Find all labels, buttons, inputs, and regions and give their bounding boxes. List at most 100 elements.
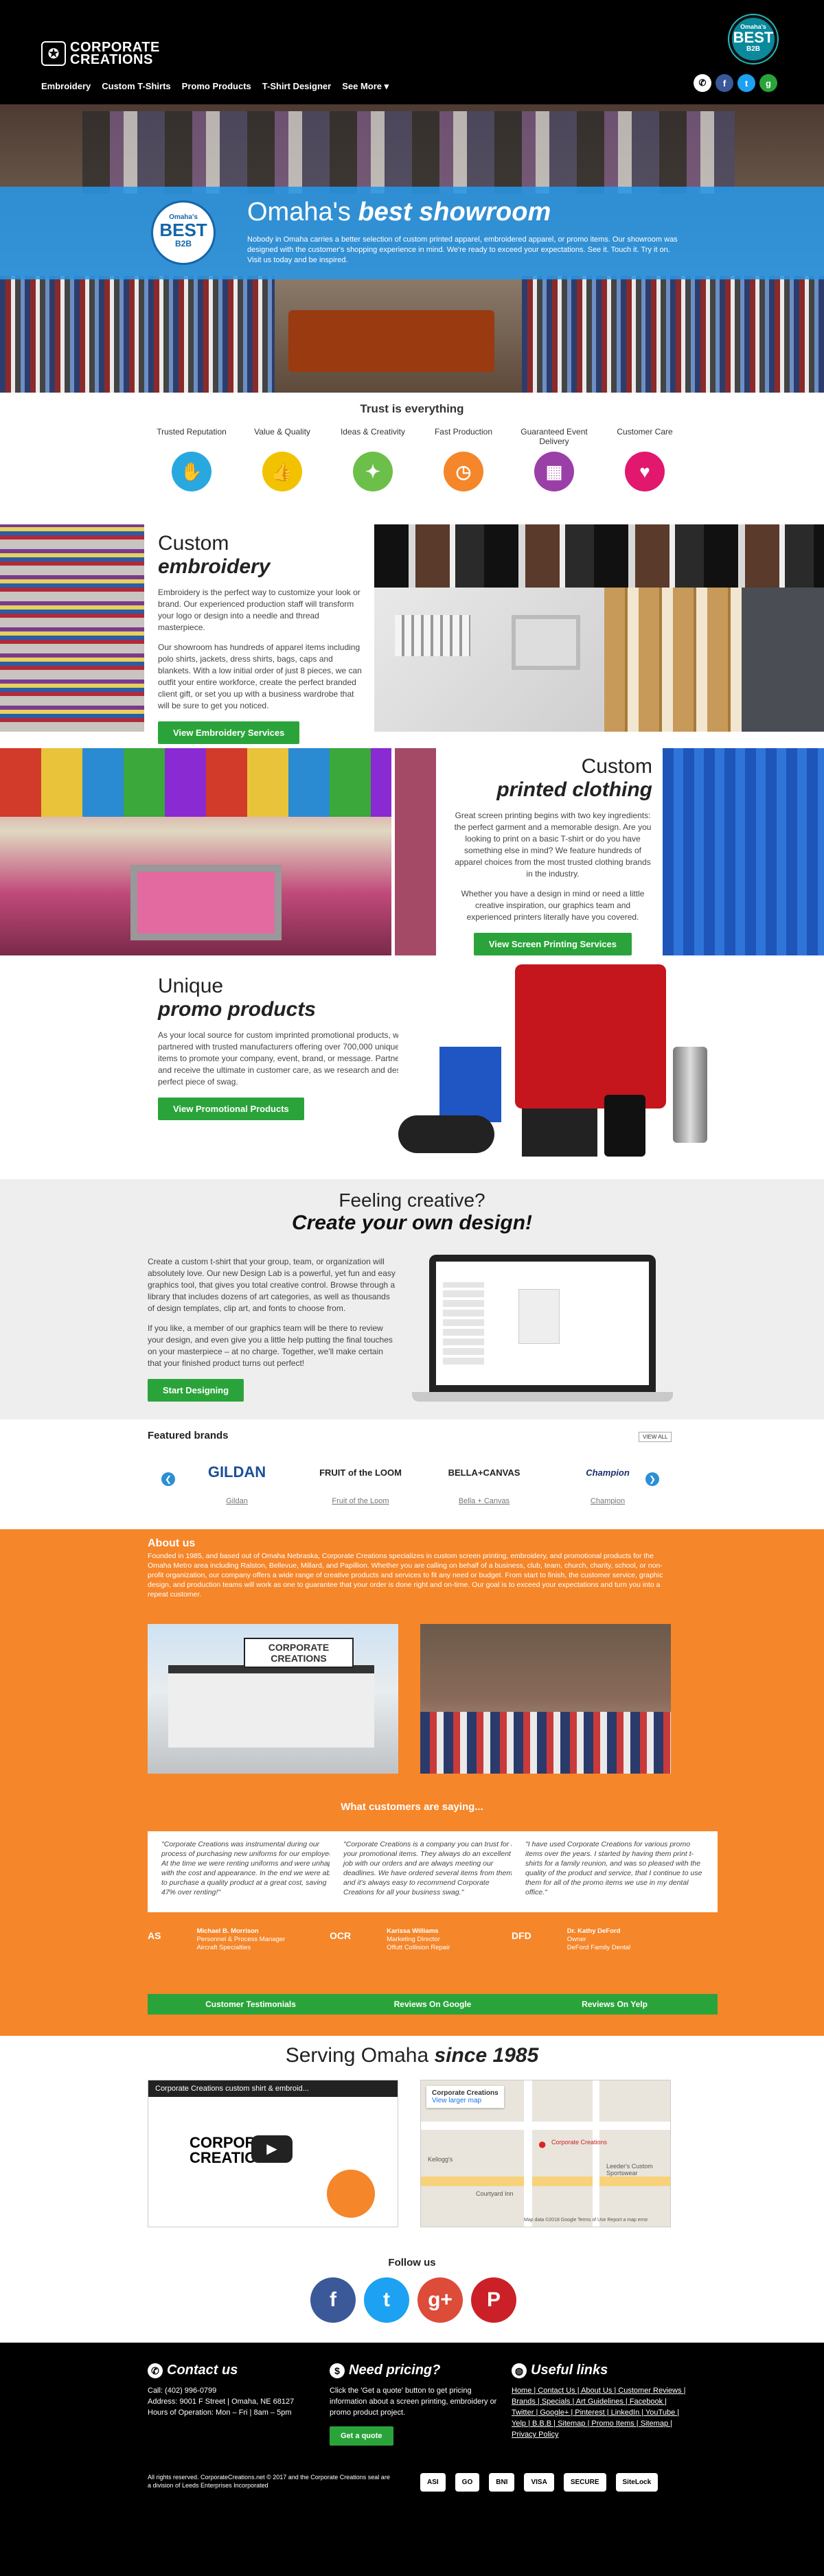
map-label: Leeder's Custom Sportswear [606, 2163, 653, 2177]
phone-icon: ✆ [148, 2363, 163, 2378]
google-map[interactable]: Corporate Creations View larger map ● Cor… [420, 2080, 671, 2227]
screen-printing-image [0, 748, 391, 955]
map-pin-label: Corporate Creations [551, 2139, 608, 2146]
twitter-icon[interactable]: t [737, 74, 755, 92]
designer-section: Feeling creative? Create your own design… [0, 1179, 824, 1419]
map-footer: Map data ©2018 Google Terms of Use Repor… [524, 2218, 648, 2223]
testimonial-quote: "Corporate Creations was instrumental du… [148, 1831, 354, 1912]
get-quote-button[interactable]: Get a quote [330, 2426, 393, 2446]
brand-item[interactable]: FRUIT of the LOOM Fruit of the Loom [299, 1452, 422, 1506]
trust-item-label: Customer Care [617, 427, 673, 437]
view-all-brands-button[interactable]: VIEW ALL [639, 1432, 672, 1442]
trust-item: Guaranteed Event Delivery ▦ [509, 427, 599, 491]
trust-item: Ideas & Creativity ✦ [328, 427, 418, 491]
footer-badges: ASI GO BNI VISA SECURE SiteLock [420, 2473, 681, 2492]
reviews-yelp-button[interactable]: Reviews On Yelp [512, 1994, 718, 2015]
phone-number[interactable]: Call: (402) 996-0799 [148, 2385, 326, 2396]
dollar-icon: $ [330, 2363, 345, 2378]
nav-see-more[interactable]: See More ▾ [342, 81, 389, 92]
footer-badge: BNI [489, 2473, 515, 2492]
view-promo-button[interactable]: View Promotional Products [158, 1098, 304, 1120]
brand-logo: FRUIT of the LOOM [319, 1467, 402, 1478]
brand-name[interactable]: Fruit of the Loom [299, 1497, 422, 1505]
testimonials-title: What customers are saying... [341, 1801, 483, 1813]
showroom-interior-image [420, 1624, 671, 1774]
follow-icons: f t g+ P [310, 2277, 516, 2323]
map-pin-icon[interactable]: ● [538, 2135, 547, 2153]
brand-item[interactable]: BELLA+CANVAS Bella + Canvas [422, 1452, 546, 1506]
reviews-google-button[interactable]: Reviews On Google [330, 1994, 536, 2015]
hero-text: Nobody in Omaha carries a better selecti… [247, 235, 678, 264]
google-plus-icon[interactable]: g [759, 74, 777, 92]
promo-text: As your local source for custom imprinte… [158, 1030, 431, 1087]
promo-section: Unique promo products As your local sour… [158, 975, 433, 1120]
brands-prev-arrow-icon[interactable]: ❮ [161, 1472, 175, 1486]
testimonial-author: DFD Dr. Kathy DeFord Owner DeFord Family De… [512, 1927, 631, 1951]
about-section: About us Founded in 1985, and based out … [0, 1529, 824, 2036]
nav-custom-tshirts[interactable]: Custom T-Shirts [102, 81, 170, 92]
designer-text: If you like, a member of our graphics te… [148, 1323, 393, 1368]
pricing-title: $ Need pricing? [330, 2363, 508, 2378]
hours: Hours of Operation: Mon – Fri | 8am – 5p… [148, 2409, 292, 2417]
facebook-icon[interactable]: f [716, 74, 733, 92]
pinterest-icon[interactable]: P [471, 2277, 516, 2323]
footer-badge: GO [455, 2473, 480, 2492]
brand-name[interactable]: Bella + Canvas [422, 1497, 546, 1505]
embroidery-machine-image [374, 588, 604, 732]
embroidery-title: Custom [158, 532, 229, 555]
video-player[interactable]: Corporate Creations custom shirt & embro… [148, 2080, 398, 2227]
best-of-omaha-badge: Omaha's BEST B2B [729, 15, 777, 63]
phone-icon[interactable]: ✆ [694, 74, 711, 92]
embroidered-patches-image [374, 524, 824, 588]
header-social: ✆ f t g [694, 74, 777, 92]
main-nav: Embroidery Custom T-Shirts Promo Product… [41, 81, 389, 92]
trust-item-label: Ideas & Creativity [340, 427, 406, 437]
hero-title: Omaha's best showroom [247, 198, 551, 227]
testimonial-logo: AS [148, 1930, 161, 1941]
brand-name[interactable]: Gildan [175, 1497, 299, 1505]
footer-badge: SECURE [563, 2473, 606, 2492]
customer-testimonials-button[interactable]: Customer Testimonials [148, 1994, 354, 2015]
view-screen-printing-button[interactable]: View Screen Printing Services [473, 933, 632, 955]
storefront-image: CORPORATE CREATIONS [148, 1624, 398, 1774]
brand-item[interactable]: Champion Champion [546, 1452, 670, 1506]
trust-title: Trust is everything [360, 402, 464, 415]
google-plus-icon[interactable]: g+ [417, 2277, 463, 2323]
globe-icon: ◍ [512, 2363, 527, 2378]
nav-promo-products[interactable]: Promo Products [182, 81, 251, 92]
printed-subtitle: printed clothing [496, 778, 652, 801]
printed-text: Whether you have a design in mind or nee… [461, 889, 645, 922]
play-icon[interactable]: ▶ [251, 2135, 293, 2163]
embroidery-subtitle: embroidery [158, 555, 271, 578]
logo-mark-icon: ✪ [41, 41, 66, 66]
map-label: Courtyard Inn [476, 2190, 514, 2197]
logo[interactable]: ✪ CORPORATE CREATIONS [41, 40, 160, 67]
embroidery-hoops-image [742, 588, 824, 732]
showroom-table [288, 310, 494, 372]
follow-title: Follow us [388, 2257, 436, 2268]
brand-logo: Champion [586, 1467, 630, 1478]
site-footer: ✆ Contact us Call: (402) 996-0799 Address… [0, 2343, 824, 2576]
links-title: ◍ Useful links [512, 2363, 690, 2378]
trust-item-label: Value & Quality [254, 427, 310, 437]
designer-title: Feeling creative? [339, 1190, 485, 1211]
nav-embroidery[interactable]: Embroidery [41, 81, 91, 92]
brand-name[interactable]: Champion [546, 1497, 670, 1505]
nav-tshirt-designer[interactable]: T-Shirt Designer [262, 81, 331, 92]
trust-item: Fast Production ◷ [418, 427, 509, 491]
start-designing-button[interactable]: Start Designing [148, 1379, 244, 1402]
footer-badge: VISA [524, 2473, 554, 2492]
promo-products-image [398, 964, 755, 1177]
printed-section: Custom printed clothing Great screen pri… [453, 755, 652, 955]
map-larger-link[interactable]: View larger map [432, 2097, 499, 2104]
footer-badge: SiteLock [615, 2473, 659, 2492]
promo-title: Unique [158, 975, 224, 997]
view-embroidery-button[interactable]: View Embroidery Services [158, 721, 300, 744]
testimonial-quote: "I have used Corporate Creations for var… [512, 1831, 718, 1912]
useful-links[interactable]: Home | Contact Us | About Us | Customer … [512, 2385, 690, 2440]
testimonial-quote: "Corporate Creations is a company you ca… [330, 1831, 536, 1912]
twitter-icon[interactable]: t [364, 2277, 409, 2323]
facebook-icon[interactable]: f [310, 2277, 356, 2323]
brand-item[interactable]: GILDAN Gildan [175, 1452, 299, 1505]
designer-text: Create a custom t-shirt that your group,… [148, 1257, 396, 1313]
